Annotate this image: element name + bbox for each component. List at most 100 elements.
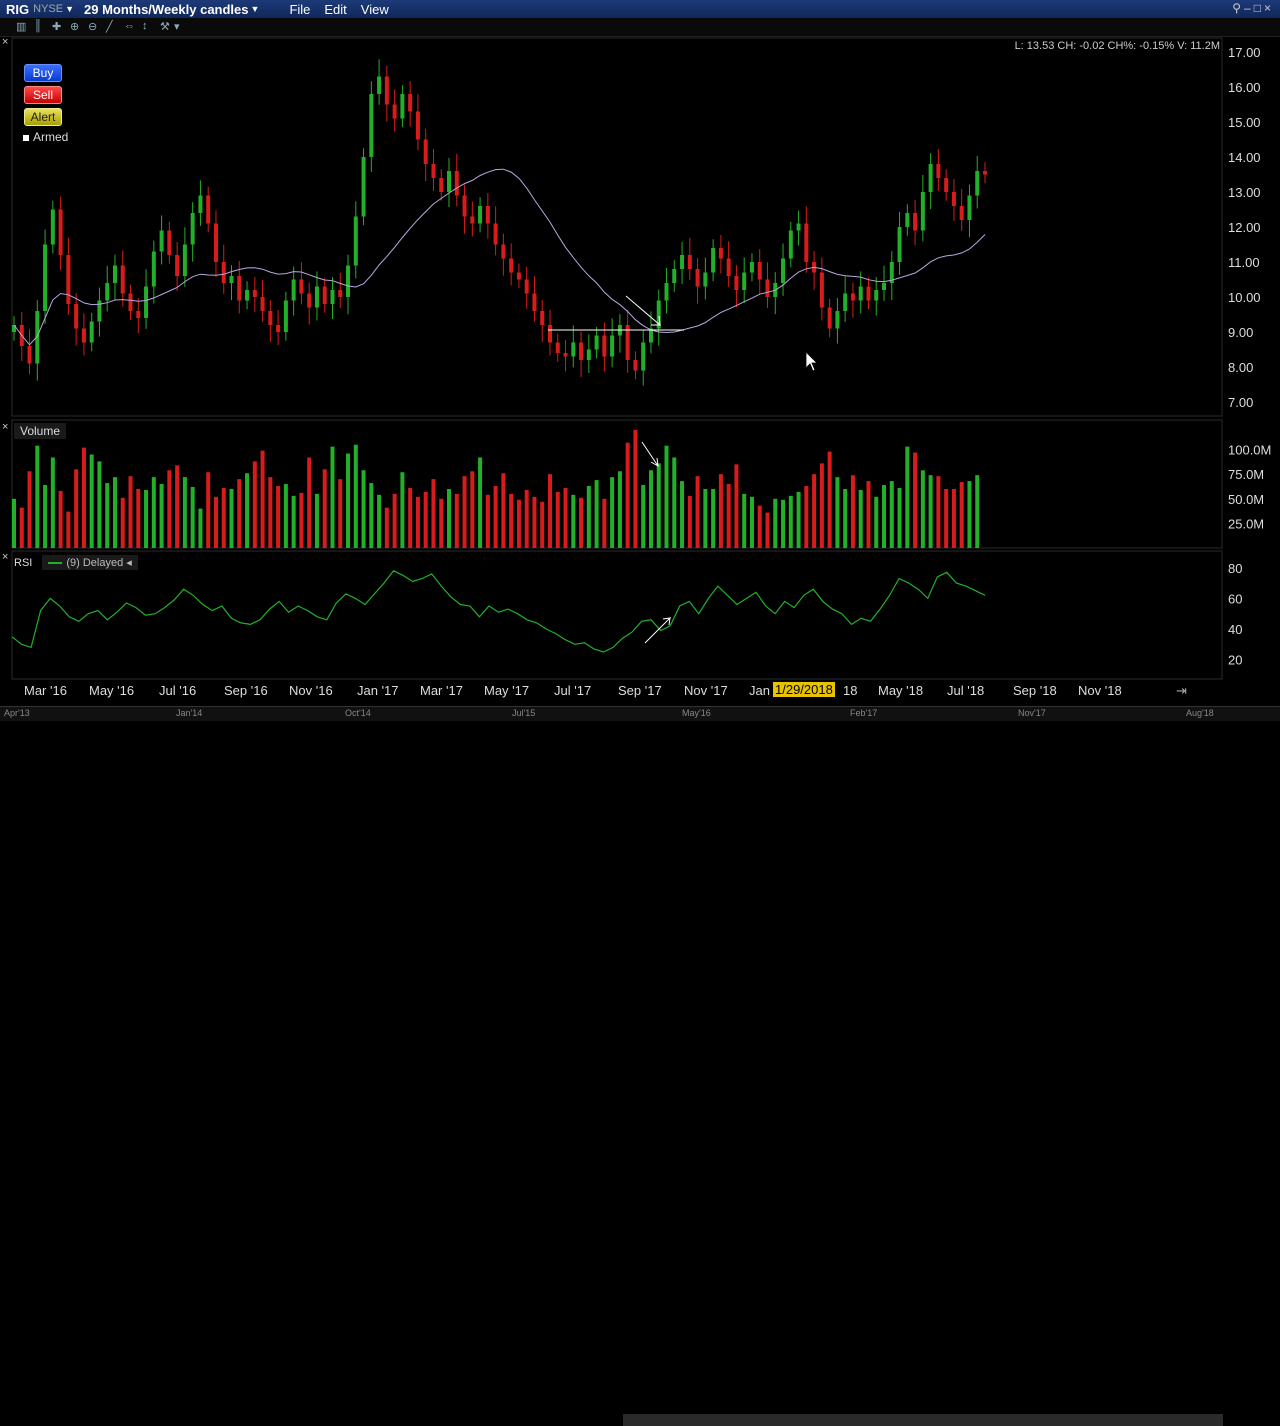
candle: [874, 290, 879, 301]
chart-area[interactable]: 17.00 16.00 15.00 14.00 13.00 12.00 11.00 10.00…: [0, 36, 1280, 706]
volume-bar: [796, 491, 801, 548]
crosshair-icon[interactable]: ✚: [52, 20, 61, 33]
volume-bar: [66, 511, 71, 548]
candle: [610, 335, 615, 357]
x-tick: Mar '17: [420, 683, 463, 698]
symbol-field[interactable]: RIG: [6, 2, 29, 17]
link-icon[interactable]: ⚲: [1232, 1, 1244, 15]
draw-line-icon[interactable]: ╱: [106, 20, 113, 33]
maximize-icon[interactable]: □: [1254, 1, 1264, 15]
candle: [967, 195, 972, 220]
volume-bar: [749, 496, 754, 548]
volume-bar: [493, 486, 498, 548]
candle: [850, 293, 855, 301]
volume-bar: [703, 488, 708, 548]
menu-file[interactable]: File: [289, 2, 310, 17]
volume-bar: [532, 496, 537, 548]
chart-type-icon[interactable]: ▥: [16, 20, 26, 33]
x-tick: Sep '17: [618, 683, 662, 698]
bars-icon[interactable]: ║: [34, 20, 42, 32]
candle: [827, 307, 832, 329]
x-tick: May '18: [878, 683, 924, 698]
buy-button[interactable]: Buy: [24, 64, 62, 82]
volume-bar: [757, 505, 762, 548]
candle: [206, 195, 211, 224]
armed-checkbox[interactable]: [23, 134, 29, 141]
candle: [695, 269, 700, 287]
volume-bar: [936, 476, 941, 548]
candle: [408, 94, 413, 112]
volume-panel-close-icon[interactable]: ×: [2, 421, 8, 433]
rsi-settings-dropdown-icon[interactable]: ◂: [126, 557, 132, 569]
alert-button[interactable]: Alert: [24, 108, 62, 126]
volume-bar: [260, 450, 265, 548]
volume-bar: [718, 474, 723, 548]
candle: [742, 272, 747, 290]
candle: [547, 325, 552, 343]
x-tick: Jul '17: [554, 683, 592, 698]
candle: [944, 178, 949, 192]
scroll-end-icon[interactable]: ⇥: [1176, 683, 1187, 699]
volume-bar: [602, 498, 607, 548]
candle: [672, 269, 677, 283]
candle: [144, 286, 149, 318]
volume-bar: [540, 501, 545, 548]
x-tick: Nov '16: [289, 683, 333, 698]
period-selector[interactable]: 29 Months/Weekly candles: [84, 2, 249, 17]
range-icon[interactable]: ⇔: [124, 20, 135, 32]
sell-button[interactable]: Sell: [24, 86, 62, 104]
candle: [377, 76, 382, 94]
volume-bar: [58, 490, 63, 548]
volume-bar: [245, 473, 250, 548]
x-tick: 18: [843, 683, 858, 698]
candle: [765, 279, 770, 297]
armed-toggle[interactable]: Armed: [23, 130, 68, 144]
candle: [540, 311, 545, 325]
tools-dropdown-icon[interactable]: ▾: [174, 20, 180, 33]
nav-tick: Aug'18: [1186, 708, 1214, 718]
volume-bar: [237, 479, 242, 548]
volume-bar: [43, 485, 48, 548]
candle: [804, 223, 809, 262]
candle: [586, 349, 591, 360]
candle: [680, 255, 685, 269]
tools-icon[interactable]: ⚒: [160, 20, 170, 33]
symbol-dropdown-icon[interactable]: ▼: [65, 4, 74, 14]
menu-view[interactable]: View: [361, 2, 389, 17]
volume-bar: [299, 492, 304, 548]
candle: [58, 209, 63, 255]
candle: [89, 321, 94, 343]
menu-edit[interactable]: Edit: [324, 2, 346, 17]
price-axis: 17.00 16.00 15.00 14.00 13.00 12.00 11.00 10.00…: [1228, 45, 1261, 410]
volume-bar: [291, 495, 296, 548]
navigator-selection[interactable]: [623, 1414, 1223, 1426]
price-panel-close-icon[interactable]: ×: [2, 36, 8, 48]
close-icon[interactable]: ×: [1264, 1, 1274, 15]
candle: [423, 139, 428, 164]
volume-bar: [959, 482, 964, 548]
volume-bar: [625, 442, 630, 548]
candle: [400, 94, 405, 119]
volume-bar: [19, 507, 24, 548]
scroll-icon[interactable]: ↕: [142, 20, 148, 32]
window-controls[interactable]: ⚲–□×: [1232, 1, 1274, 15]
rsi-panel-close-icon[interactable]: ×: [2, 551, 8, 563]
time-navigator[interactable]: Apr'13 Jan'14 Oct'14 Jul'15 May'16 Feb'1…: [0, 706, 1280, 1426]
price-tick: 10.00: [1228, 290, 1261, 305]
minimize-icon[interactable]: –: [1244, 1, 1254, 15]
volume-bar: [874, 496, 879, 548]
volume-bar: [431, 479, 436, 548]
volume-bar: [866, 481, 871, 548]
volume-bar: [175, 465, 180, 548]
price-tick: 13.00: [1228, 185, 1261, 200]
volume-bar: [882, 485, 887, 548]
rsi-settings[interactable]: (9) Delayed ◂: [42, 555, 138, 570]
period-dropdown-icon[interactable]: ▼: [251, 4, 260, 14]
volume-arrow-annotation: [641, 441, 659, 467]
candle: [307, 293, 312, 308]
candle: [835, 311, 840, 329]
zoom-out-icon[interactable]: ⊖: [88, 20, 97, 33]
volume-bars: [12, 429, 980, 548]
zoom-in-icon[interactable]: ⊕: [70, 20, 79, 33]
volume-bar: [734, 464, 739, 548]
